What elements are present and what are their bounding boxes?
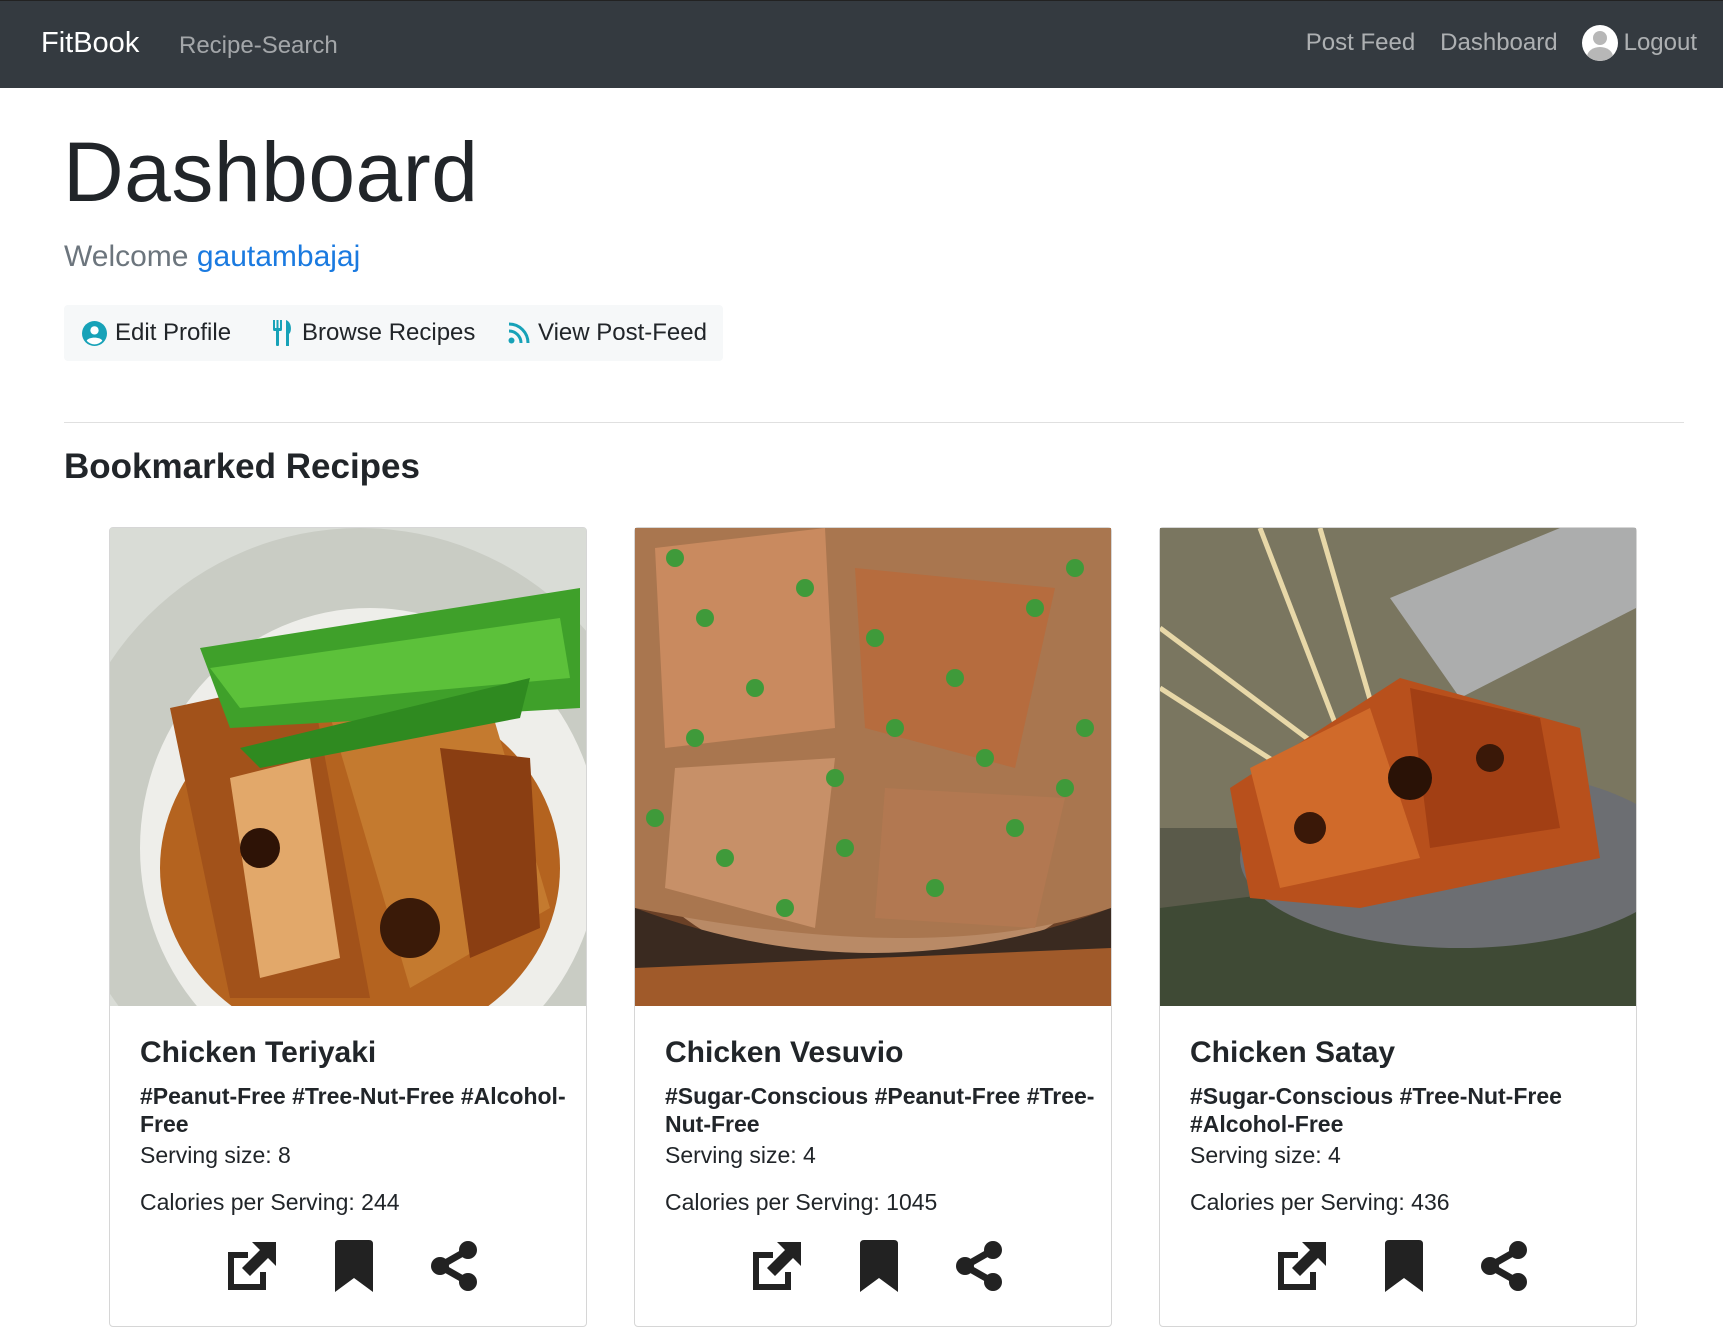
nav-right-group: Post Feed Dashboard Logout — [1281, 25, 1697, 61]
nav-dashboard[interactable]: Dashboard — [1440, 29, 1557, 57]
user-circle-icon — [82, 320, 107, 346]
recipe-image[interactable] — [1160, 528, 1636, 1006]
utensils-icon — [273, 320, 291, 346]
share-icon[interactable] — [430, 1240, 478, 1292]
recipe-actions — [635, 1240, 1111, 1300]
rss-icon — [508, 322, 530, 344]
recipe-title: Chicken Teriyaki — [140, 1036, 377, 1069]
welcome-text: Welcome gautambajaj — [64, 240, 360, 274]
share-icon[interactable] — [1480, 1240, 1528, 1292]
recipe-calories: Calories per Serving: 1045 — [665, 1189, 938, 1215]
view-post-feed-button[interactable]: View Post-Feed — [508, 319, 707, 347]
recipe-serving: Serving size: 4 — [665, 1142, 816, 1168]
page-title: Dashboard — [63, 125, 479, 219]
recipe-calories: Calories per Serving: 436 — [1190, 1189, 1450, 1215]
top-navbar: FitBook Recipe-Search Post Feed Dashboar… — [0, 0, 1723, 88]
bookmark-icon[interactable] — [335, 1240, 373, 1292]
section-divider — [64, 422, 1684, 423]
external-link-icon[interactable] — [222, 1240, 278, 1292]
avatar[interactable] — [1581, 25, 1618, 61]
share-icon[interactable] — [955, 1240, 1003, 1292]
browse-recipes-label: Browse Recipes — [302, 319, 476, 346]
browse-recipes-button[interactable]: Browse Recipes — [272, 319, 475, 347]
brand-logo[interactable]: FitBook — [41, 27, 139, 60]
recipe-card: Chicken Vesuvio #Sugar-Conscious #Peanut… — [634, 527, 1112, 1327]
recipe-card: Chicken Satay #Sugar-Conscious #Tree-Nut… — [1159, 527, 1637, 1327]
external-link-icon[interactable] — [1272, 1240, 1328, 1292]
view-post-feed-label: View Post-Feed — [538, 319, 707, 346]
welcome-prefix: Welcome — [64, 240, 189, 273]
recipe-image[interactable] — [110, 528, 586, 1006]
recipe-serving: Serving size: 8 — [140, 1142, 291, 1168]
nav-post-feed[interactable]: Post Feed — [1306, 29, 1415, 57]
external-link-icon[interactable] — [747, 1240, 803, 1292]
bookmark-icon[interactable] — [860, 1240, 898, 1292]
nav-logout[interactable]: Logout — [1624, 29, 1697, 57]
recipe-title: Chicken Vesuvio — [665, 1036, 904, 1069]
recipe-tags: #Peanut-Free #Tree-Nut-Free #Alcohol-Fre… — [140, 1083, 566, 1137]
recipe-serving: Serving size: 4 — [1190, 1142, 1341, 1168]
recipe-image[interactable] — [635, 528, 1111, 1006]
recipe-title: Chicken Satay — [1190, 1036, 1396, 1069]
recipe-actions — [1160, 1240, 1636, 1300]
edit-profile-button[interactable]: Edit Profile — [82, 319, 231, 347]
recipe-actions — [110, 1240, 586, 1300]
edit-profile-label: Edit Profile — [115, 319, 232, 346]
username-link[interactable]: gautambajaj — [197, 240, 360, 273]
nav-recipe-search[interactable]: Recipe-Search — [179, 32, 338, 60]
action-bar: Edit Profile Browse Recipes View Post-Fe… — [64, 305, 723, 361]
recipe-calories: Calories per Serving: 244 — [140, 1189, 400, 1215]
recipe-card: Chicken Teriyaki #Peanut-Free #Tree-Nut-… — [109, 527, 587, 1327]
recipe-tags: #Sugar-Conscious #Tree-Nut-Free #Alcohol… — [1190, 1083, 1562, 1137]
recipe-tags: #Sugar-Conscious #Peanut-Free #Tree-Nut-… — [665, 1083, 1095, 1137]
section-title: Bookmarked Recipes — [64, 447, 420, 486]
bookmark-icon[interactable] — [1385, 1240, 1423, 1292]
